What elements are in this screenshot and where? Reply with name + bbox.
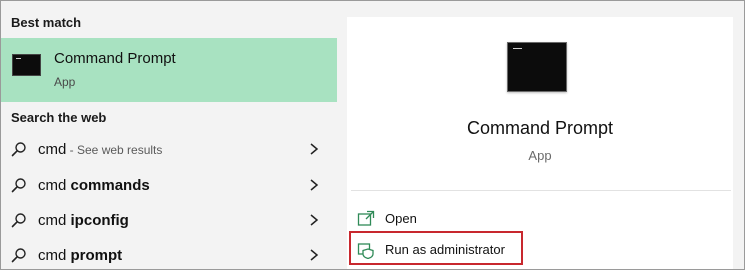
chevron-right-icon[interactable]: [307, 213, 321, 227]
web-result-text: cmd commands: [38, 177, 150, 194]
chevron-right-icon[interactable]: [307, 178, 321, 192]
chevron-right-icon[interactable]: [307, 142, 321, 156]
search-icon: [11, 142, 26, 157]
web-result-query: cmd: [38, 212, 71, 229]
web-result-text: cmd prompt: [38, 247, 122, 264]
web-result-query-bold: ipconfig: [70, 212, 129, 229]
command-prompt-icon: [507, 42, 567, 92]
start-search-panel: Best match Command Prompt App Search the…: [0, 0, 745, 270]
search-icon: [11, 248, 26, 263]
web-result-item[interactable]: cmd - See web results: [1, 133, 337, 166]
detail-subtitle: App: [528, 148, 552, 163]
divider: [351, 190, 731, 191]
web-result-query-bold: commands: [70, 177, 150, 194]
best-match-item[interactable]: Command Prompt App: [1, 38, 337, 102]
web-result-query-bold: prompt: [70, 247, 123, 264]
web-result-query: cmd: [38, 247, 71, 264]
best-match-title: Command Prompt: [54, 50, 176, 67]
results-pane: Best match Command Prompt App Search the…: [1, 1, 337, 269]
web-result-hint: - See web results: [66, 143, 163, 157]
web-result-query: cmd: [38, 141, 67, 158]
detail-title: Command Prompt: [466, 118, 614, 138]
open-icon: [357, 210, 375, 226]
web-result-item[interactable]: cmd commands: [1, 169, 337, 202]
web-result-text: cmd - See web results: [38, 141, 162, 158]
open-label: Open: [385, 211, 417, 226]
search-icon: [11, 178, 26, 193]
highlight-annotation: [349, 231, 523, 265]
chevron-right-icon[interactable]: [307, 248, 321, 262]
search-web-header: Search the web: [11, 110, 107, 125]
web-result-text: cmd ipconfig: [38, 212, 129, 229]
best-match-header: Best match: [11, 15, 82, 30]
command-prompt-icon: [12, 54, 41, 76]
web-result-query: cmd: [38, 177, 71, 194]
web-result-item[interactable]: cmd prompt: [1, 239, 337, 269]
search-icon: [11, 213, 26, 228]
web-result-item[interactable]: cmd ipconfig: [1, 204, 337, 237]
best-match-subtitle: App: [54, 75, 76, 89]
